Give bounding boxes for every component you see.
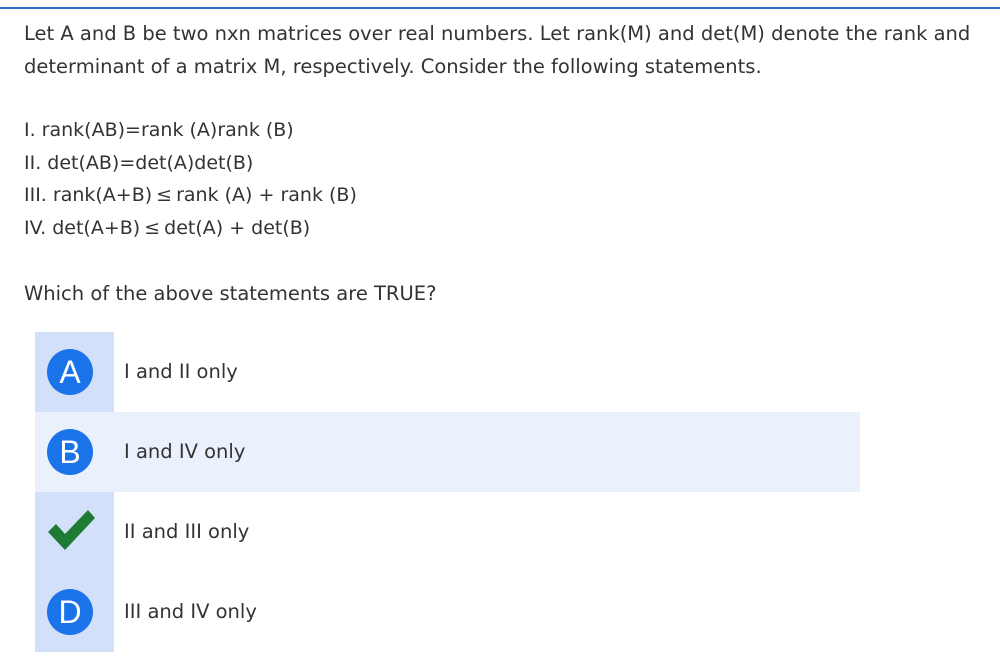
option-marker: A (35, 332, 114, 412)
option-marker (35, 492, 114, 572)
option-d-text[interactable]: III and IV only (124, 572, 257, 652)
option-marker: D (35, 572, 114, 652)
option-letter-d: D (47, 589, 93, 635)
leq-symbol: ≤ (156, 184, 173, 206)
statement-list: I. rank(AB)=rank (A)rank (B) II. det(AB)… (24, 114, 357, 244)
leq-symbol: ≤ (144, 216, 161, 239)
statement-4-right: det(A) + det(B) (164, 216, 311, 239)
statement-4-left: IV. det(A+B) (24, 216, 141, 239)
statement-2: II. det(AB)=det(A)det(B) (24, 151, 254, 174)
option-marker: B (35, 412, 114, 492)
statement-3-left: III. rank(A+B) (24, 184, 153, 206)
statement-4: IV. det(A+B) ≤ det(A) + det(B) (24, 212, 357, 245)
question-text: Let A and B be two nxn matrices over rea… (24, 22, 971, 78)
option-c-text[interactable]: II and III only (124, 492, 249, 572)
option-a[interactable]: A I and II only (35, 332, 238, 412)
option-a-text[interactable]: I and II only (124, 332, 238, 412)
option-letter-b: B (47, 429, 93, 475)
option-b-text[interactable]: I and IV only (124, 412, 245, 492)
statement-1: I. rank(AB)=rank (A)rank (B) (24, 119, 294, 141)
question-prompt: Which of the above statements are TRUE? (24, 282, 437, 305)
statement-3-right: rank (A) + rank (B) (176, 184, 357, 206)
check-icon (48, 510, 95, 550)
statement-3: III. rank(A+B) ≤ rank (A) + rank (B) (24, 179, 357, 212)
option-d[interactable]: D III and IV only (35, 572, 257, 652)
top-divider (0, 7, 1000, 9)
option-letter-a: A (47, 349, 93, 395)
option-c[interactable]: II and III only (35, 492, 249, 572)
option-b[interactable]: B I and IV only (35, 412, 860, 492)
